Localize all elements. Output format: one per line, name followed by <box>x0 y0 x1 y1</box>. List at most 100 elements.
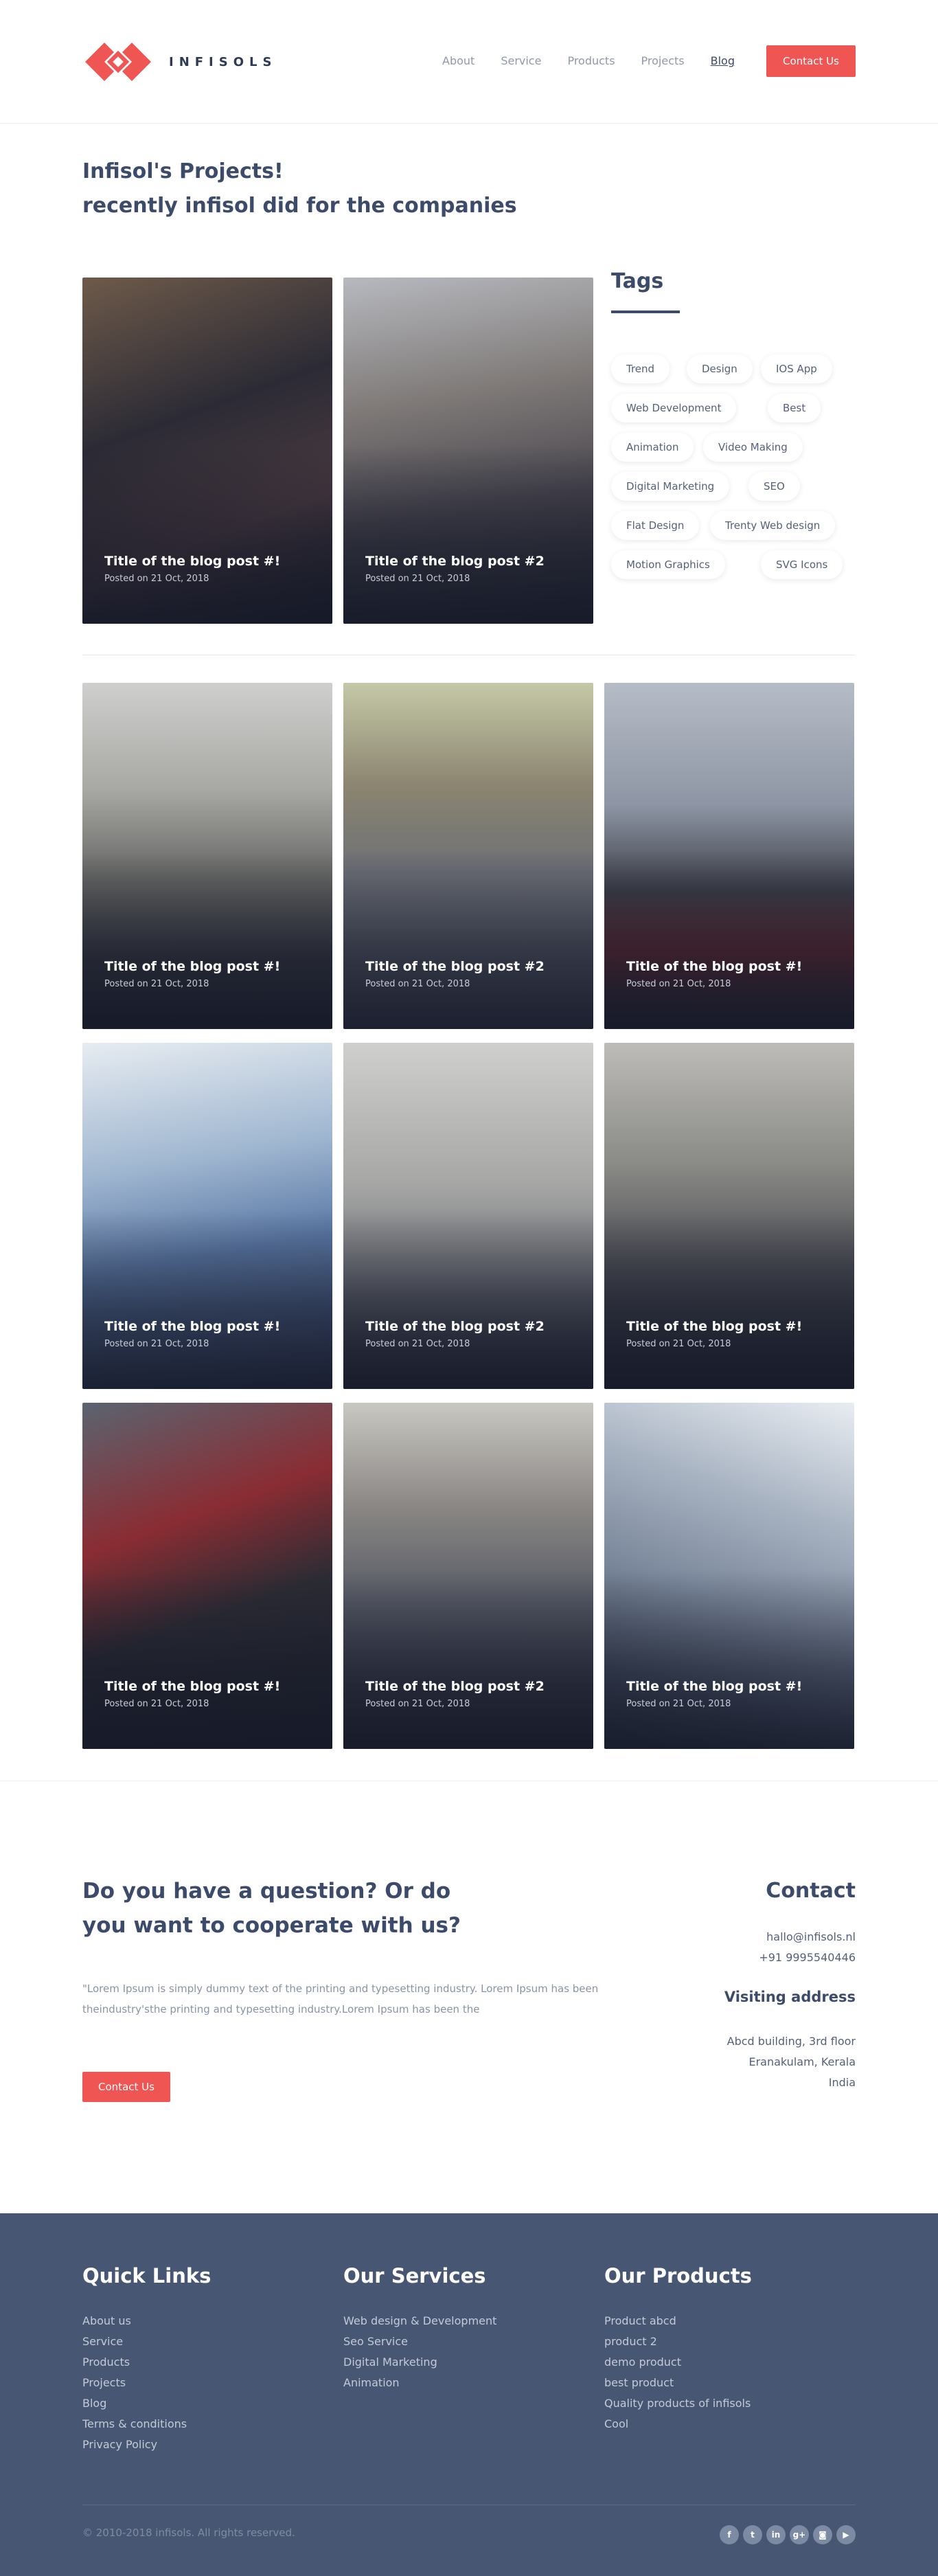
post-title[interactable]: Title of the blog post #2 <box>365 1319 545 1334</box>
tag-ios-app[interactable]: IOS App <box>761 354 832 383</box>
footer-link-about[interactable]: About us <box>82 2311 211 2331</box>
post-card[interactable]: Title of the blog post #! Posted on 21 O… <box>82 1043 332 1389</box>
question-heading-line2: you want to cooperate with us? <box>82 1913 461 1938</box>
post-card[interactable]: Title of the blog post #2 Posted on 21 O… <box>343 1043 593 1389</box>
page-title-line2: recently infisol did for the companies <box>82 194 517 218</box>
footer-link-projects[interactable]: Projects <box>82 2373 211 2393</box>
nav-products[interactable]: Products <box>567 45 615 77</box>
address-line: Abcd building, 3rd floor <box>727 2035 856 2048</box>
question-text: "Lorem Ipsum is simply dummy text of the… <box>82 1982 599 2015</box>
footer-link-products[interactable]: Products <box>82 2352 211 2373</box>
post-card[interactable]: Title of the blog post #! Posted on 21 O… <box>604 1043 854 1389</box>
footer-link-service-item[interactable]: Digital Marketing <box>343 2352 496 2373</box>
tag-flat-design[interactable]: Flat Design <box>611 511 700 540</box>
google-plus-icon[interactable]: g+ <box>790 2525 809 2544</box>
post-card[interactable]: Title of the blog post #2 Posted on 21 O… <box>343 683 593 1029</box>
card-overlay <box>82 850 332 1029</box>
footer-link-terms[interactable]: Terms & conditions <box>82 2414 211 2434</box>
card-overlay <box>343 850 593 1029</box>
brand-name: INFISOLS <box>169 54 277 69</box>
footer-link-service-item[interactable]: Seo Service <box>343 2331 496 2352</box>
contact-email[interactable]: hallo@infisols.nl <box>766 1930 856 1943</box>
footer-link-product-item[interactable]: best product <box>604 2373 752 2393</box>
facebook-icon[interactable]: f <box>720 2525 739 2544</box>
post-title[interactable]: Title of the blog post #2 <box>365 959 545 974</box>
post-date: Posted on 21 Oct, 2018 <box>365 574 470 584</box>
post-card[interactable]: Title of the blog post #! Posted on 21 O… <box>82 683 332 1029</box>
card-overlay <box>604 1210 854 1389</box>
card-overlay <box>604 1570 854 1749</box>
tag-video-making[interactable]: Video Making <box>703 433 803 462</box>
tag-best[interactable]: Best <box>768 394 821 422</box>
post-date: Posted on 21 Oct, 2018 <box>104 1339 209 1349</box>
card-overlay <box>343 1210 593 1389</box>
nav-about[interactable]: About <box>442 45 474 77</box>
visiting-address-heading: Visiting address <box>724 1989 856 2005</box>
footer-heading: Our Products <box>604 2264 752 2287</box>
card-overlay <box>82 445 332 624</box>
footer-link-service[interactable]: Service <box>82 2331 211 2352</box>
footer-link-product-item[interactable]: product 2 <box>604 2331 752 2352</box>
footer-heading: Quick Links <box>82 2264 211 2287</box>
footer-link-blog[interactable]: Blog <box>82 2393 211 2414</box>
post-title[interactable]: Title of the blog post #! <box>104 959 280 974</box>
question-contact-button[interactable]: Contact Us <box>82 2072 170 2102</box>
nav-service[interactable]: Service <box>501 45 541 77</box>
brand-logo[interactable]: INFISOLS <box>82 40 277 84</box>
tag-seo[interactable]: SEO <box>748 472 800 501</box>
tag-digital-marketing[interactable]: Digital Marketing <box>611 472 730 501</box>
post-title[interactable]: Title of the blog post #! <box>626 959 802 974</box>
question-heading: Do you have a question? Or do you want t… <box>82 1874 461 1943</box>
post-date: Posted on 21 Oct, 2018 <box>365 1699 470 1709</box>
nav-projects[interactable]: Projects <box>641 45 685 77</box>
footer-link-product-item[interactable]: Quality products of infisols <box>604 2393 752 2414</box>
card-overlay <box>82 1570 332 1749</box>
card-overlay <box>604 850 854 1029</box>
youtube-icon[interactable]: ▶ <box>836 2525 856 2544</box>
post-title[interactable]: Title of the blog post #! <box>104 554 280 569</box>
footer-link-product-item[interactable]: demo product <box>604 2352 752 2373</box>
post-date: Posted on 21 Oct, 2018 <box>626 979 731 989</box>
featured-post-card[interactable]: Title of the blog post #! Posted on 21 O… <box>82 278 332 624</box>
post-title[interactable]: Title of the blog post #2 <box>365 554 545 569</box>
featured-post-card[interactable]: Title of the blog post #2 Posted on 21 O… <box>343 278 593 624</box>
contact-heading: Contact <box>766 1879 856 1903</box>
post-card[interactable]: Title of the blog post #! Posted on 21 O… <box>604 1403 854 1749</box>
tag-design[interactable]: Design <box>687 354 753 383</box>
tag-svg-icons[interactable]: SVG Icons <box>761 550 843 579</box>
post-date: Posted on 21 Oct, 2018 <box>104 979 209 989</box>
post-title[interactable]: Title of the blog post #! <box>626 1319 802 1334</box>
instagram-icon[interactable]: ◙ <box>813 2525 832 2544</box>
tag-trenty-web-design[interactable]: Trenty Web design <box>710 511 836 540</box>
post-date: Posted on 21 Oct, 2018 <box>365 979 470 989</box>
tag-animation[interactable]: Animation <box>611 433 694 462</box>
post-card[interactable]: Title of the blog post #2 Posted on 21 O… <box>343 1403 593 1749</box>
footer-heading: Our Services <box>343 2264 486 2287</box>
address-line: Eranakulam, Kerala <box>748 2055 856 2068</box>
tag-web-development[interactable]: Web Development <box>611 394 737 422</box>
post-title[interactable]: Title of the blog post #! <box>104 1679 280 1694</box>
post-title[interactable]: Title of the blog post #2 <box>365 1679 545 1694</box>
post-card[interactable]: Title of the blog post #! Posted on 21 O… <box>82 1403 332 1749</box>
post-title[interactable]: Title of the blog post #! <box>626 1679 802 1694</box>
contact-us-button[interactable]: Contact Us <box>766 45 856 77</box>
post-date: Posted on 21 Oct, 2018 <box>104 1699 209 1709</box>
tag-motion-graphics[interactable]: Motion Graphics <box>611 550 725 579</box>
post-date: Posted on 21 Oct, 2018 <box>626 1339 731 1349</box>
footer-link-product-item[interactable]: Cool <box>604 2414 752 2434</box>
footer-link-privacy[interactable]: Privacy Policy <box>82 2434 211 2455</box>
post-card[interactable]: Title of the blog post #! Posted on 21 O… <box>604 683 854 1029</box>
post-date: Posted on 21 Oct, 2018 <box>365 1339 470 1349</box>
footer-link-product-item[interactable]: Product abcd <box>604 2311 752 2331</box>
twitter-icon[interactable]: t <box>743 2525 762 2544</box>
contact-phone[interactable]: +91 9995540446 <box>759 1951 856 1964</box>
nav-blog[interactable]: Blog <box>711 45 735 77</box>
footer-link-service-item[interactable]: Animation <box>343 2373 496 2393</box>
post-title[interactable]: Title of the blog post #! <box>104 1319 280 1334</box>
footer-quick-links: Quick Links About us Service Products Pr… <box>82 2264 211 2455</box>
social-links: f t in g+ ◙ ▶ <box>716 2525 856 2544</box>
tag-trend[interactable]: Trend <box>611 354 670 383</box>
footer-link-service-item[interactable]: Web design & Development <box>343 2311 496 2331</box>
linkedin-icon[interactable]: in <box>766 2525 786 2544</box>
tags-underline <box>611 310 680 313</box>
